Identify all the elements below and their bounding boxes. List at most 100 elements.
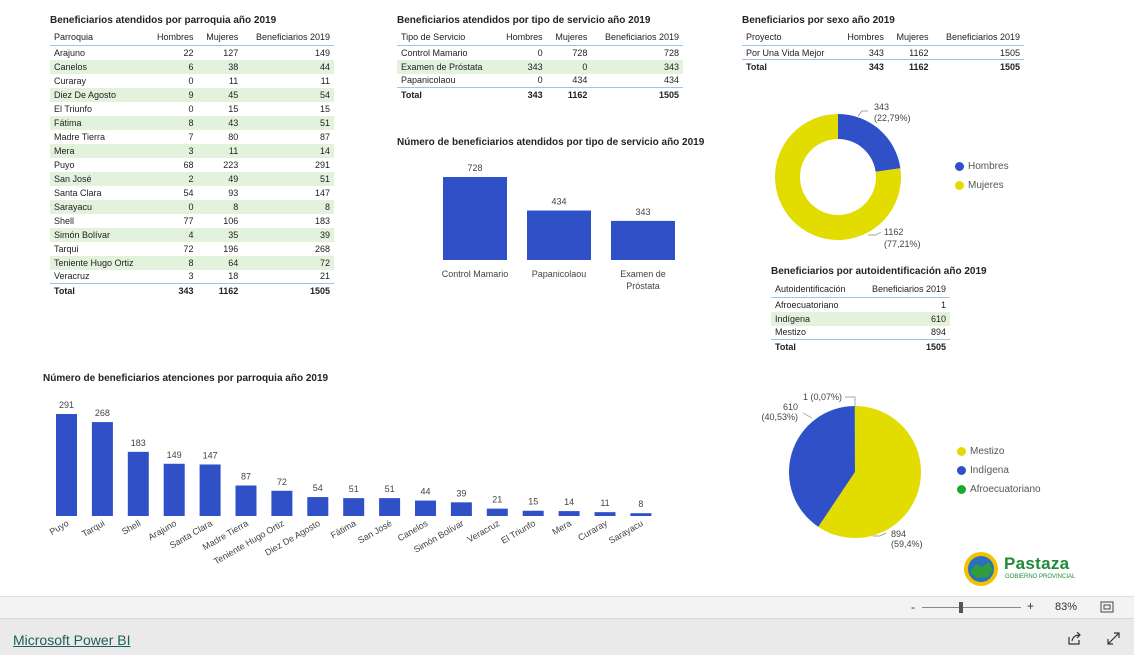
category-label: Tarqui bbox=[80, 518, 106, 539]
column-header[interactable]: Hombres bbox=[147, 30, 198, 46]
column-header[interactable]: Beneficiarios 2019 bbox=[932, 30, 1024, 46]
table-cell: 11 bbox=[197, 143, 243, 158]
table-row[interactable]: Examen de Próstata 343 0 343 bbox=[397, 59, 683, 74]
parroquia-chart-title: Número de beneficiarios atenciones por p… bbox=[43, 373, 329, 384]
table-cell: 38 bbox=[197, 59, 243, 74]
bar[interactable] bbox=[127, 451, 149, 516]
table-cell: Control Mamario bbox=[401, 47, 468, 58]
bar[interactable] bbox=[163, 463, 185, 516]
bar[interactable] bbox=[271, 490, 293, 516]
table-row[interactable]: Curaray 0 11 11 bbox=[50, 74, 334, 88]
fit-to-page-icon[interactable] bbox=[1100, 601, 1114, 613]
bar[interactable] bbox=[594, 512, 616, 516]
table-cell: 15 bbox=[319, 103, 330, 114]
category-label: Fátima bbox=[329, 518, 358, 540]
table-row[interactable]: Fátima 8 43 51 bbox=[50, 115, 334, 130]
data-label: 147 bbox=[203, 450, 218, 460]
table-cell: 291 bbox=[314, 159, 330, 170]
table-row[interactable]: Canelos 6 38 44 bbox=[50, 59, 334, 74]
column-header[interactable]: Hombres bbox=[838, 30, 888, 46]
table-cell: Madre Tierra bbox=[54, 131, 106, 142]
legend-indigena[interactable]: Indígena bbox=[957, 465, 1041, 476]
table-row[interactable]: Arajuno 22 127 149 bbox=[50, 46, 334, 60]
bar[interactable] bbox=[199, 464, 221, 516]
powerbi-link[interactable]: Microsoft Power BI bbox=[13, 632, 130, 648]
bar[interactable] bbox=[611, 220, 675, 260]
table-row[interactable]: Control Mamario 0 728 728 bbox=[397, 46, 683, 60]
table-cell: 0 bbox=[546, 59, 592, 74]
data-label: 343 bbox=[635, 207, 650, 217]
table-cell: Santa Clara bbox=[54, 187, 102, 198]
table-row[interactable]: Sarayacu 0 8 8 bbox=[50, 199, 334, 214]
sexo-donut-chart: 343(22,79%) 1162 (77,21%) bbox=[775, 102, 921, 249]
category-label: Shell bbox=[120, 518, 142, 537]
column-header[interactable]: Beneficiarios 2019 bbox=[858, 282, 950, 298]
legend-mestizo[interactable]: Mestizo bbox=[957, 446, 1041, 457]
table-row[interactable]: Shell 77 106 183 bbox=[50, 214, 334, 228]
table-row[interactable]: Mestizo 894 bbox=[771, 326, 950, 340]
table-row[interactable]: Teniente Hugo Ortiz 8 64 72 bbox=[50, 255, 334, 270]
bar[interactable] bbox=[450, 502, 472, 516]
column-header[interactable]: Mujeres bbox=[546, 30, 592, 46]
table-row[interactable]: Veracruz 3 18 21 bbox=[50, 270, 334, 284]
table-cell: Total bbox=[742, 59, 839, 74]
bar[interactable] bbox=[630, 513, 652, 516]
sexo-legend: Hombres Mujeres bbox=[955, 161, 1009, 199]
bar[interactable] bbox=[307, 497, 329, 516]
table-cell: 72 bbox=[183, 243, 194, 254]
zoom-in-button[interactable]: + bbox=[1027, 599, 1034, 613]
column-header[interactable]: Beneficiarios 2019 bbox=[591, 30, 683, 46]
bar[interactable] bbox=[91, 422, 113, 516]
legend-hombres[interactable]: Hombres bbox=[955, 161, 1009, 172]
column-header[interactable]: Mujeres bbox=[197, 30, 243, 46]
table-cell: 21 bbox=[319, 271, 330, 282]
table-row[interactable]: San José 2 49 51 bbox=[50, 171, 334, 186]
column-header[interactable]: Beneficiarios 2019 bbox=[242, 30, 334, 46]
fullscreen-icon[interactable] bbox=[1106, 631, 1121, 646]
legend-mujeres[interactable]: Mujeres bbox=[955, 180, 1009, 191]
table-row[interactable]: El Triunfo 0 15 15 bbox=[50, 102, 334, 116]
column-header[interactable]: Tipo de Servicio bbox=[397, 30, 497, 46]
bar[interactable] bbox=[527, 210, 591, 260]
share-icon[interactable] bbox=[1067, 631, 1083, 646]
table-row[interactable]: Santa Clara 54 93 147 bbox=[50, 186, 334, 200]
bar[interactable] bbox=[558, 511, 580, 516]
bar[interactable] bbox=[235, 485, 257, 516]
zoom-slider-track[interactable] bbox=[922, 607, 1021, 608]
bar[interactable] bbox=[343, 498, 365, 516]
table-row[interactable]: Tarqui 72 196 268 bbox=[50, 242, 334, 256]
autoid-table: Autoidentificación Beneficiarios 2019 Afro… bbox=[771, 282, 950, 354]
bar[interactable] bbox=[486, 508, 508, 516]
bar[interactable] bbox=[522, 510, 544, 516]
bar[interactable] bbox=[443, 177, 507, 260]
zoom-slider-handle[interactable] bbox=[959, 602, 963, 613]
table-cell: 68 bbox=[183, 159, 194, 170]
logo-subtitle: GOBIERNO PROVINCIAL bbox=[1005, 574, 1076, 580]
table-row[interactable]: Madre Tierra 7 80 87 bbox=[50, 130, 334, 144]
column-header[interactable]: Mujeres bbox=[887, 30, 933, 46]
parroquia-table: Parroquia Hombres Mujeres Beneficiarios 201… bbox=[50, 30, 334, 298]
servicio-chart-title: Número de beneficiarios atendidos por ti… bbox=[397, 137, 705, 148]
column-header[interactable]: Hombres bbox=[496, 30, 547, 46]
table-row[interactable]: Por Una Vida Mejor 343 1162 1505 bbox=[742, 46, 1024, 60]
table-cell: Total bbox=[50, 283, 148, 298]
column-header[interactable]: Parroquia bbox=[50, 30, 148, 46]
zoom-out-button[interactable]: - bbox=[911, 600, 915, 614]
table-row[interactable]: Indígena 610 bbox=[771, 311, 950, 326]
legend-label: Mestizo bbox=[970, 446, 1005, 457]
table-cell: 1505 bbox=[242, 283, 334, 298]
table-row[interactable]: Puyo 68 223 291 bbox=[50, 158, 334, 172]
table-cell: Curaray bbox=[54, 75, 87, 86]
column-header[interactable]: Proyecto bbox=[742, 30, 839, 46]
bar[interactable] bbox=[379, 498, 401, 516]
table-row[interactable]: Papanicolaou 0 434 434 bbox=[397, 74, 683, 88]
bar[interactable] bbox=[56, 414, 77, 516]
legend-afroecuatoriano[interactable]: Afroecuatoriano bbox=[957, 484, 1041, 495]
pastaza-emblem-icon bbox=[964, 552, 998, 586]
table-row[interactable]: Simón Bolívar 4 35 39 bbox=[50, 227, 334, 242]
column-header[interactable]: Autoidentificación bbox=[771, 282, 859, 298]
bar[interactable] bbox=[415, 500, 436, 516]
table-row[interactable]: Diez De Agosto 9 45 54 bbox=[50, 87, 334, 102]
table-row[interactable]: Mera 3 11 14 bbox=[50, 143, 334, 158]
table-row[interactable]: Afroecuatoriano 1 bbox=[771, 298, 950, 312]
